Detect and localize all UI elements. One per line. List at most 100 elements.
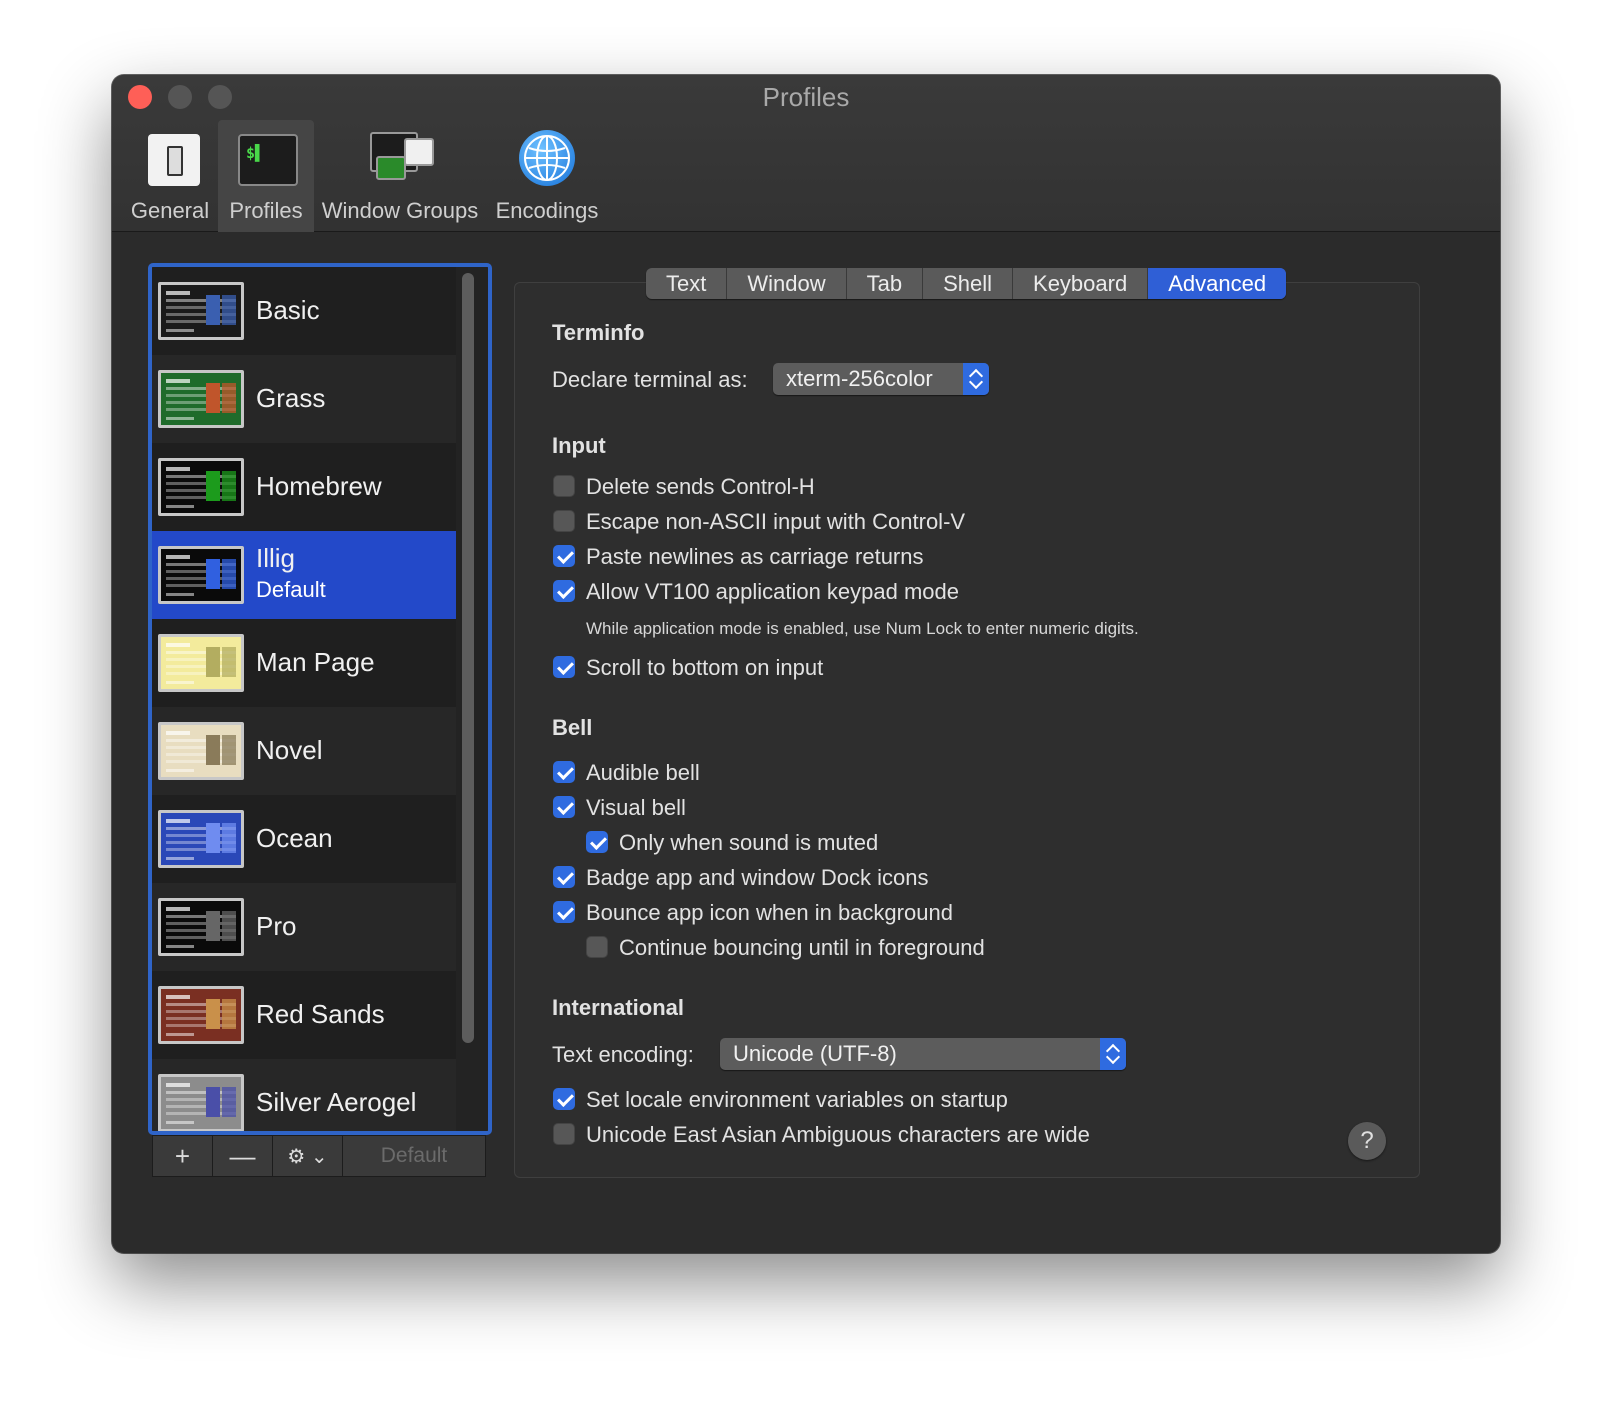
profile-list-buttons: + — ⚙ ⌄ Default [152,1135,486,1177]
escape-non-ascii-checkbox[interactable] [553,510,575,532]
toolbar-label-general: General [130,198,210,223]
scroll-to-bottom-label: Scroll to bottom on input [586,655,824,680]
profile-row[interactable]: Basic [152,267,456,355]
profile-list-scrollbar[interactable] [462,273,474,1043]
remove-profile-button[interactable]: — [213,1136,273,1176]
titlebar: Profiles General $▌ Profiles Window Grou… [112,75,1500,232]
toolbar-label-window-groups: Window Groups [321,198,479,223]
input-heading: Input [552,433,606,458]
text-encoding-label: Text encoding: [552,1042,694,1067]
profile-row[interactable]: Silver Aerogel [152,1059,456,1131]
vt100-keypad-checkbox[interactable] [553,580,575,602]
profile-name: Novel [256,735,323,765]
keypad-mode-note: While application mode is enabled, use N… [586,619,1139,638]
profile-name: Homebrew [256,471,382,501]
visual-bell-label: Visual bell [586,795,686,820]
profile-row[interactable]: Novel [152,707,456,795]
declare-terminal-label: Declare terminal as: [552,367,748,392]
tab-text[interactable]: Text [646,268,728,299]
popup-arrows-icon [1100,1038,1126,1070]
profile-row[interactable]: Red Sands [152,971,456,1059]
visual-bell-checkbox[interactable] [553,796,575,818]
profile-actions-gear-button[interactable]: ⚙ ⌄ [273,1136,343,1176]
tab-keyboard[interactable]: Keyboard [1013,268,1149,299]
profile-name: Red Sands [256,999,385,1029]
bell-heading: Bell [552,715,593,740]
profile-row[interactable]: Ocean [152,795,456,883]
profile-preview-thumbnail [158,1074,244,1131]
help-button[interactable]: ? [1348,1122,1386,1160]
paste-newlines-checkbox[interactable] [553,545,575,567]
toolbar-item-window-groups[interactable]: Window Groups [316,120,484,232]
popup-arrows-icon [963,363,989,395]
only-when-muted-checkbox[interactable] [586,831,608,853]
international-heading: International [552,995,685,1020]
paste-newlines-label: Paste newlines as carriage returns [586,544,924,569]
tab-window[interactable]: Window [727,268,847,299]
window-title: Profiles [762,82,850,112]
set-locale-env-label: Set locale environment variables on star… [586,1087,1008,1112]
only-when-muted-label: Only when sound is muted [619,830,879,855]
profile-preview-thumbnail [158,546,244,604]
profile-preview-thumbnail [158,370,244,428]
profile-row[interactable]: Grass [152,355,456,443]
toolbar-label-encodings: Encodings [495,198,599,223]
profile-preview-thumbnail [158,458,244,516]
terminfo-heading: Terminfo [552,320,645,345]
toolbar-label-profiles: Profiles [229,198,303,223]
profile-row[interactable]: Homebrew [152,443,456,531]
badge-dock-icons-checkbox[interactable] [553,866,575,888]
tab-advanced[interactable]: Advanced [1148,268,1287,299]
tab-shell[interactable]: Shell [923,268,1014,299]
vt100-keypad-label: Allow VT100 application keypad mode [586,579,960,604]
set-default-button[interactable]: Default [343,1136,485,1176]
set-locale-env-checkbox[interactable] [553,1088,575,1110]
profile-name: Ocean [256,823,333,853]
add-profile-button[interactable]: + [153,1136,213,1176]
toolbar-item-profiles[interactable]: $▌ Profiles [218,120,314,232]
profile-name: Basic [256,295,320,325]
profile-list[interactable]: Basic Grass Homebrew Illig Default Man Page No… [148,263,492,1135]
text-encoding-popup[interactable]: Unicode (UTF-8) [720,1038,1126,1070]
toolbar-item-general[interactable]: General [122,120,218,232]
profile-preview-thumbnail [158,810,244,868]
profile-preview-thumbnail [158,898,244,956]
profile-row[interactable]: Pro [152,883,456,971]
bounce-app-icon-checkbox[interactable] [553,901,575,923]
profile-preview-thumbnail [158,282,244,340]
profile-name: Illig [256,543,296,573]
continue-bouncing-label: Continue bouncing until in foreground [619,935,985,960]
profile-name: Grass [256,383,326,413]
profile-name: Man Page [256,647,375,677]
preferences-window: Profiles General $▌ Profiles Window Grou… [112,75,1500,1253]
badge-dock-icons-label: Badge app and window Dock icons [586,865,929,890]
delete-sends-ctrl-h-label: Delete sends Control-H [586,474,815,499]
declare-terminal-value: xterm-256color [786,366,933,391]
globe-icon [515,128,579,188]
scroll-to-bottom-checkbox[interactable] [553,656,575,678]
bounce-app-icon-label: Bounce app icon when in background [586,900,953,925]
delete-sends-ctrl-h-checkbox[interactable] [553,475,575,497]
profile-preview-thumbnail [158,986,244,1044]
audible-bell-checkbox[interactable] [553,761,575,783]
profile-preview-thumbnail [158,722,244,780]
east-asian-wide-checkbox[interactable] [553,1123,575,1145]
profile-name: Silver Aerogel [256,1087,417,1117]
window-groups-icon [368,128,434,188]
east-asian-wide-label: Unicode East Asian Ambiguous characters … [586,1122,1090,1147]
text-encoding-value: Unicode (UTF-8) [733,1041,897,1066]
gear-icon: ⚙ ⌄ [287,1145,328,1168]
profile-row[interactable]: Illig Default [152,531,456,619]
audible-bell-label: Audible bell [586,760,700,785]
terminal-icon: $▌ [234,128,298,188]
tab-tab[interactable]: Tab [847,268,924,299]
profile-row[interactable]: Man Page [152,619,456,707]
settings-tabs: Text Window Tab Shell Keyboard Advanced [646,268,1287,299]
toolbar-item-encodings[interactable]: Encodings [488,120,606,232]
profile-preview-thumbnail [158,634,244,692]
escape-non-ascii-label: Escape non-ASCII input with Control-V [586,509,966,534]
continue-bouncing-checkbox[interactable] [586,936,608,958]
profile-name: Pro [256,911,297,941]
declare-terminal-popup[interactable]: xterm-256color [773,363,989,395]
profile-default-label: Default [256,577,326,602]
